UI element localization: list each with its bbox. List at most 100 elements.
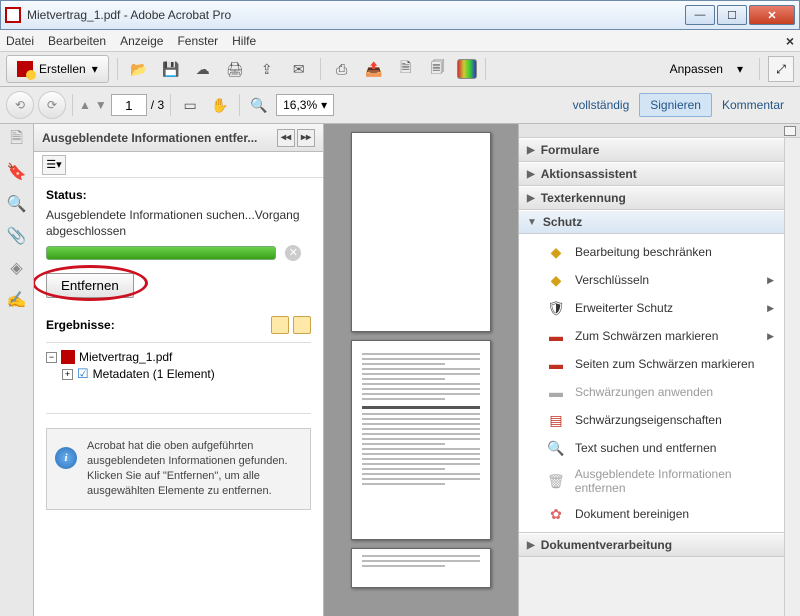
tool-schwaerzungen-anwenden: ▬Schwärzungen anwenden [519,378,784,406]
section-formulare[interactable]: ▶Formulare [519,138,784,162]
tool-bearbeitung-beschraenken[interactable]: ◆Bearbeitung beschränken [519,238,784,266]
check-icon[interactable]: ☑ [77,366,89,382]
security-settings-icon: 🛡 [547,299,565,317]
page-down-icon[interactable]: ▼ [95,98,107,112]
tool-seiten-schwaerzen[interactable]: ▬Seiten zum Schwärzen markieren [519,350,784,378]
document-view[interactable] [324,124,518,616]
layers-icon[interactable]: ◈ [7,258,27,278]
panel-prev-icon[interactable]: ◂◂ [277,129,295,147]
maximize-button[interactable]: ☐ [717,5,747,25]
window-titlebar: Mietvertrag_1.pdf - Adobe Acrobat Pro — … [0,0,800,30]
page-up-icon[interactable]: ▲ [79,98,91,112]
submenu-icon: ▶ [767,303,774,314]
tool-verschluesseln[interactable]: ◆Verschlüsseln▶ [519,266,784,294]
tool-schwaerzung-eigenschaften[interactable]: ▤Schwärzungseigenschaften [519,406,784,434]
section-texterkennung[interactable]: ▶Texterkennung [519,186,784,210]
redact-props-icon: ▤ [547,411,565,429]
page-count: / 3 [151,98,164,112]
tree-expand-icon[interactable]: + [62,369,73,380]
cloud-icon[interactable]: ☁ [190,56,216,82]
tool-zum-schwaerzen[interactable]: ▬Zum Schwärzen markieren▶ [519,322,784,350]
select-tool-icon[interactable]: ▭ [177,92,203,118]
right-scrollbar[interactable] [784,138,800,616]
menu-anzeige[interactable]: Anzeige [120,34,163,48]
panel-next-icon[interactable]: ▸▸ [297,129,315,147]
left-icon-strip: 🗎 🔖 🔍 📎 ◈ ✍ [0,124,34,616]
print-icon[interactable]: 🖨 [222,56,248,82]
convert-icon[interactable]: 🗎 [393,56,419,82]
search-remove-icon: 🔍 [547,439,565,457]
panel-options-icon[interactable]: ☰▾ [42,155,66,175]
progress-cancel-icon[interactable]: ✕ [285,245,301,261]
sanitize-icon: ✿ [547,505,565,523]
remove-hidden-panel: Ausgeblendete Informationen entfer... ◂◂… [34,124,324,616]
kommentar-link[interactable]: Kommentar [712,94,794,116]
export-icon[interactable]: 📤 [361,56,387,82]
hidden-info-icon: 🗑 [547,472,565,490]
tool-text-suchen[interactable]: 🔍Text suchen und entfernen [519,434,784,462]
bookmarks-icon[interactable]: 🔖 [7,162,27,182]
search-hidden-icon[interactable]: 🔍 [7,194,27,214]
pdf-icon [61,350,75,364]
tool-erweiterter-schutz[interactable]: 🛡Erweiterter Schutz▶ [519,294,784,322]
panel-collapse-icon[interactable] [784,126,796,136]
vollstaendig-link[interactable]: vollständig [563,94,640,116]
combine-icon[interactable]: 🗐 [425,56,451,82]
close-button[interactable]: ✕ [749,5,795,25]
open-icon[interactable]: 📂 [126,56,152,82]
save-icon[interactable]: 💾 [158,56,184,82]
mail-icon[interactable]: ✉ [286,56,312,82]
erstellen-button[interactable]: Erstellen ▾ [6,55,109,83]
info-box: i Acrobat hat die oben aufgeführten ausg… [46,428,311,509]
menu-datei[interactable]: Datei [6,34,34,48]
attachments-icon[interactable]: 📎 [7,226,27,246]
tree-file-row[interactable]: − Mietvertrag_1.pdf [46,349,311,365]
section-schutz[interactable]: ▼Schutz [519,210,784,234]
submenu-icon: ▶ [767,275,774,286]
signatures-icon[interactable]: ✍ [7,290,27,310]
zoom-value: 16,3% [283,98,317,112]
menubar: Datei Bearbeiten Anzeige Fenster Hilfe × [0,30,800,52]
minimize-button[interactable]: — [685,5,715,25]
results-tree: − Mietvertrag_1.pdf + ☑ Metadaten (1 Ele… [46,342,311,414]
menu-bearbeiten[interactable]: Bearbeiten [48,34,106,48]
progress-bar [46,246,276,260]
color-icon[interactable] [457,59,477,79]
menu-fenster[interactable]: Fenster [177,34,218,48]
chevron-down-icon: ▾ [737,62,743,76]
entfernen-button[interactable]: Entfernen [46,273,134,298]
page-thumbnail-3[interactable] [351,548,491,588]
page-thumbnail-1[interactable] [351,132,491,332]
anpassen-button[interactable]: Anpassen [662,58,731,80]
scan-icon[interactable]: ⎙ [329,56,355,82]
expand-all-icon[interactable] [271,316,289,334]
hand-tool-icon[interactable]: ✋ [207,92,233,118]
share-icon[interactable]: ⇪ [254,56,280,82]
info-text: Acrobat hat die oben aufgeführten ausgeb… [87,440,288,497]
tools-panel: ▶Formulare ▶Aktionsassistent ▶Texterkenn… [518,124,800,616]
chevron-down-icon: ▾ [321,98,327,112]
zoom-select[interactable]: 16,3% ▾ [276,94,334,116]
apply-redact-icon: ▬ [547,383,565,401]
panel-title: Ausgeblendete Informationen entfer... [42,131,257,145]
collapse-all-icon[interactable] [293,316,311,334]
shield-icon: ◆ [547,271,565,289]
page-thumbnail-2[interactable] [351,340,491,540]
document-close-icon[interactable]: × [786,33,794,49]
section-aktionsassistent[interactable]: ▶Aktionsassistent [519,162,784,186]
prev-view-button[interactable]: ⟲ [6,91,34,119]
tree-meta-label: Metadaten (1 Element) [93,367,215,381]
tree-collapse-icon[interactable]: − [46,352,57,363]
page-input[interactable] [111,94,147,116]
tool-dokument-bereinigen[interactable]: ✿Dokument bereinigen [519,500,784,528]
signieren-link[interactable]: Signieren [639,93,712,117]
tree-file-label: Mietvertrag_1.pdf [79,350,172,364]
next-view-button[interactable]: ⟳ [38,91,66,119]
tree-metadata-row[interactable]: + ☑ Metadaten (1 Element) [46,365,311,383]
page-thumbnails-icon[interactable]: 🗎 [7,130,27,150]
section-dokumentverarbeitung[interactable]: ▶Dokumentverarbeitung [519,533,784,557]
redact-mark-icon: ▬ [547,327,565,345]
fullscreen-icon[interactable]: ⤢ [768,56,794,82]
zoom-marquee-icon[interactable]: 🔍 [246,92,272,118]
menu-hilfe[interactable]: Hilfe [232,34,256,48]
